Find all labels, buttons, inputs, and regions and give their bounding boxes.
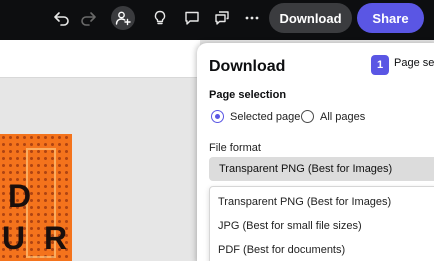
file-format-select[interactable]: Transparent PNG (Best for Images) <box>209 157 434 181</box>
file-format-label: File format <box>209 142 261 154</box>
file-format-option-pdf[interactable]: PDF (Best for documents) <box>218 244 345 256</box>
undo-icon[interactable] <box>50 6 74 30</box>
more-icon[interactable] <box>240 6 264 30</box>
comment-icon[interactable] <box>180 6 204 30</box>
radio-all-pages-label: All pages <box>320 110 366 123</box>
radio-all-pages-indicator[interactable] <box>301 110 314 123</box>
share-button[interactable]: Share <box>357 3 424 33</box>
step-badge: 1 <box>371 55 389 75</box>
design-artwork[interactable]: D U R <box>0 134 72 261</box>
radio-selected-page-label: Selected page <box>230 110 301 123</box>
radio-all-pages[interactable]: All pages <box>301 110 365 123</box>
file-format-option-jpg[interactable]: JPG (Best for small file sizes) <box>218 220 362 232</box>
download-panel: Download 1 Page sele Page selection Sele… <box>197 43 434 261</box>
panel-title: Download <box>209 58 286 75</box>
canvas-header <box>0 40 200 78</box>
step-label: Page sele <box>394 57 434 69</box>
file-format-value: Transparent PNG (Best for Images) <box>219 163 393 175</box>
file-format-option-png[interactable]: Transparent PNG (Best for Images) <box>218 196 391 208</box>
page-selection-label: Page selection <box>209 89 287 101</box>
add-person-icon[interactable] <box>111 6 135 30</box>
artwork-glyph-r: R <box>44 220 68 256</box>
artwork-glyph-d: D <box>8 178 32 214</box>
lightbulb-icon[interactable] <box>148 6 172 30</box>
redo-icon[interactable] <box>76 6 100 30</box>
radio-selected-page[interactable]: Selected page <box>211 110 300 123</box>
artwork-glyph-u: U <box>2 220 26 256</box>
download-button[interactable]: Download <box>269 3 352 33</box>
comments-icon[interactable] <box>210 6 234 30</box>
radio-selected-page-indicator[interactable] <box>211 110 224 123</box>
file-format-dropdown: Transparent PNG (Best for Images) JPG (B… <box>209 186 434 261</box>
top-toolbar: Download Share <box>0 0 434 40</box>
